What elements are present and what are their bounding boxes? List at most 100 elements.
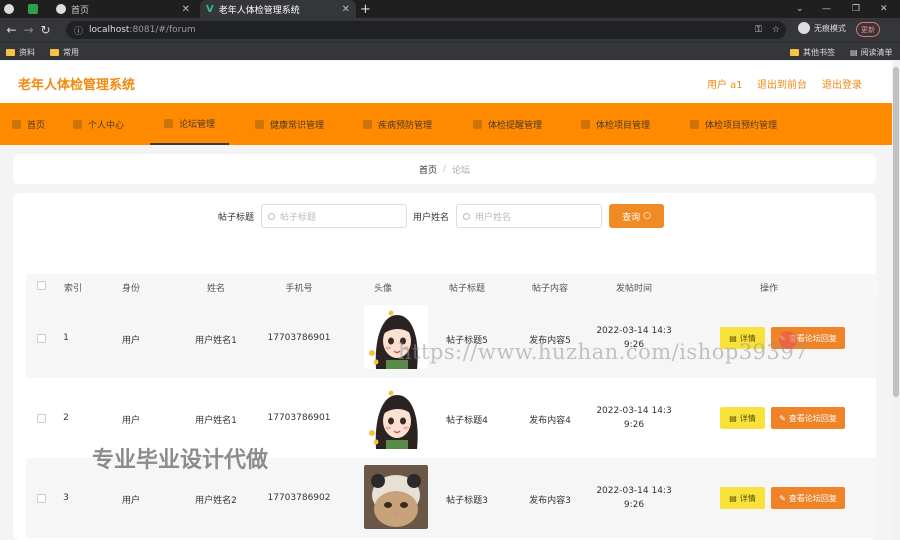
browser-tab[interactable] — [4, 0, 22, 18]
book-icon — [255, 119, 264, 129]
cursor-highlight — [779, 331, 797, 349]
cartoon-girl-avatar — [364, 385, 428, 449]
minimize-icon[interactable]: — — [822, 0, 831, 18]
scrollbar-thumb[interactable] — [893, 67, 899, 397]
bookmarks-bar: 资料 常用 其他书签 ▤ 阅读清单 — [0, 42, 900, 60]
input-circle-icon — [268, 212, 275, 220]
restore-icon[interactable]: ❐ — [852, 0, 860, 18]
row-checkbox[interactable] — [37, 334, 46, 343]
cell-time: 2022-03-14 14:3 9:26 — [594, 484, 674, 512]
detail-label: 详情 — [739, 413, 756, 423]
row-checkbox[interactable] — [37, 494, 46, 503]
menu-label: 个人中心 — [88, 120, 125, 131]
cell-name: 用户姓名1 — [195, 336, 237, 346]
avatar — [364, 465, 428, 529]
browser-tab[interactable] — [28, 0, 50, 18]
select-all-checkbox[interactable] — [37, 281, 46, 290]
detail-button[interactable]: ▤ 详情 — [720, 407, 765, 429]
tab-label: 首页 — [71, 5, 90, 16]
logout-link[interactable]: 退出登录 — [822, 76, 862, 91]
folder-icon — [50, 49, 59, 56]
cell-content: 发布内容3 — [529, 496, 571, 506]
new-tab-button[interactable]: + — [360, 0, 374, 18]
view-replies-button[interactable]: ✎ 查看论坛回复 — [771, 487, 845, 509]
cell-role: 用户 — [121, 336, 141, 346]
home-icon — [12, 119, 21, 129]
menu-item-checkup-booking[interactable]: 体检项目预约管理 — [690, 103, 777, 145]
cat-avatar — [364, 465, 428, 529]
menu-label: 首页 — [27, 120, 46, 131]
shield-icon — [363, 119, 372, 129]
forward-icon[interactable]: → — [20, 23, 37, 37]
row-checkbox[interactable] — [37, 414, 46, 423]
menu-item-home[interactable]: 首页 — [12, 103, 45, 145]
browser-tab-bar: 首页 ✕ V 老年人体检管理系统 ✕ + ⌄ — ❐ ✕ — [0, 0, 900, 18]
cell-index: 1 — [63, 333, 69, 343]
breadcrumb-home[interactable]: 首页 — [419, 163, 437, 176]
cell-title: 帖子标题4 — [446, 416, 488, 426]
cell-role: 用户 — [121, 496, 141, 506]
cell-phone: 17703786901 — [267, 333, 331, 343]
back-to-front-link[interactable]: 退出到前台 — [757, 76, 807, 91]
detail-button[interactable]: ▤ 详情 — [720, 487, 765, 509]
search-icon: ○ — [643, 211, 651, 221]
watermark-url: https://www.huzhan.com/ishop39397 — [398, 340, 809, 364]
reload-icon[interactable]: ↻ — [37, 23, 54, 37]
browser-tab-home[interactable]: 首页 ✕ — [56, 0, 196, 18]
address-bar: ← → ↻ ⓘ localhost:8081/#/forum ⚿ ☆ 无痕模式 … — [0, 18, 900, 42]
close-icon[interactable]: ✕ — [342, 4, 350, 15]
menu-item-checkup-items[interactable]: 体检项目管理 — [581, 103, 650, 145]
avatar — [364, 385, 428, 449]
incognito-indicator[interactable]: 无痕模式 — [798, 22, 846, 34]
bookmark-label: 常用 — [63, 48, 79, 57]
clipboard-icon — [581, 119, 590, 129]
url-field[interactable]: ⓘ localhost:8081/#/forum ⚿ ☆ — [66, 21, 786, 39]
detail-label: 详情 — [739, 493, 756, 503]
edit-icon: ✎ — [779, 413, 786, 423]
window-close-icon[interactable]: ✕ — [880, 0, 888, 18]
update-button[interactable]: 更新 — [856, 22, 880, 37]
bookmark-folder[interactable]: 其他书签 — [790, 47, 835, 58]
col-avatar: 头像 — [373, 284, 393, 294]
cell-phone: 17703786901 — [267, 413, 331, 423]
col-actions: 操作 — [759, 284, 779, 294]
cell-index: 3 — [63, 493, 69, 503]
breadcrumb-separator: / — [442, 164, 447, 174]
tab-search-icon[interactable]: ⌄ — [796, 0, 804, 18]
search-button-label: 查询 — [622, 212, 641, 223]
menu-item-health-knowledge[interactable]: 健康常识管理 — [255, 103, 324, 145]
menu-item-profile[interactable]: 个人中心 — [73, 103, 124, 145]
bookmark-folder[interactable]: 常用 — [50, 47, 79, 58]
col-title: 帖子标题 — [448, 284, 486, 294]
name-search-input[interactable]: 用户姓名 — [456, 204, 602, 228]
info-icon: ⓘ — [74, 26, 84, 37]
user-icon — [73, 119, 82, 129]
incognito-icon — [798, 22, 810, 34]
calendar-icon — [690, 119, 699, 129]
current-user[interactable]: 用户 a1 — [707, 76, 743, 91]
reply-label: 查看论坛回复 — [788, 413, 837, 423]
incognito-label: 无痕模式 — [814, 23, 846, 33]
doc-icon: ▤ — [729, 413, 737, 423]
title-search-input[interactable]: 帖子标题 — [261, 204, 407, 228]
menu-label: 体检项目管理 — [596, 120, 651, 131]
menu-item-checkup-reminder[interactable]: 体检提醒管理 — [473, 103, 542, 145]
reading-list[interactable]: ▤ 阅读清单 — [850, 47, 893, 58]
bookmark-folder[interactable]: 资料 — [6, 47, 35, 58]
folder-icon — [790, 49, 799, 56]
star-icon[interactable]: ☆ — [772, 25, 780, 35]
forum-panel: 帖子标题 帖子标题 用户姓名 用户姓名 查询 ○ 索引 身份 姓名 手机号 头像… — [13, 193, 878, 540]
col-role: 身份 — [121, 284, 141, 294]
menu-item-disease-prevention[interactable]: 疾病预防管理 — [363, 103, 432, 145]
browser-tab-active[interactable]: V 老年人体检管理系统 ✕ — [200, 0, 356, 18]
page-scrollbar[interactable] — [892, 61, 900, 540]
view-replies-button[interactable]: ✎ 查看论坛回复 — [771, 407, 845, 429]
menu-item-forum[interactable]: 论坛管理 — [150, 103, 230, 145]
close-icon[interactable]: ✕ — [182, 4, 190, 15]
search-button[interactable]: 查询 ○ — [609, 204, 664, 228]
key-icon[interactable]: ⚿ — [755, 25, 762, 35]
back-icon[interactable]: ← — [3, 23, 20, 37]
menu-label: 体检项目预约管理 — [705, 120, 778, 131]
menu-label: 疾病预防管理 — [378, 120, 433, 131]
cell-time: 2022-03-14 14:3 9:26 — [594, 404, 674, 432]
